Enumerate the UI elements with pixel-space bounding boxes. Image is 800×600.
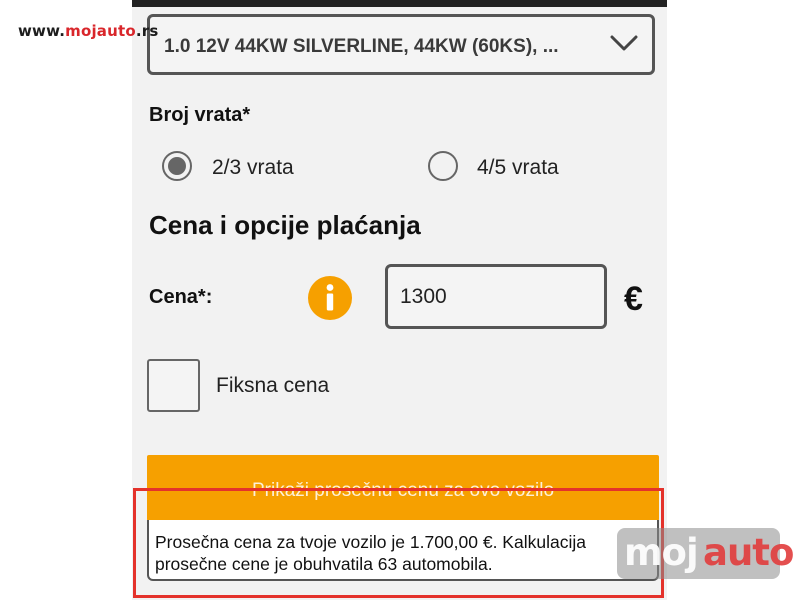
doors-label: Broj vrata* — [149, 104, 251, 126]
radio-selected-dot — [168, 157, 186, 175]
site-url-watermark: www.mojauto.rs — [18, 22, 159, 40]
brand-logo-watermark: moj auto — [617, 528, 794, 579]
logo-text-part2: auto — [703, 531, 794, 574]
fixed-price-checkbox[interactable] — [147, 359, 200, 412]
fixed-price-label[interactable]: Fiksna cena — [216, 374, 329, 398]
engine-select-value: 1.0 12V 44KW SILVERLINE, 44KW (60KS), ..… — [164, 36, 559, 57]
engine-select[interactable]: 1.0 12V 44KW SILVERLINE, 44KW (60KS), ..… — [147, 14, 655, 75]
radio-label-doors-2-3[interactable]: 2/3 vrata — [212, 156, 294, 180]
info-icon[interactable] — [307, 275, 353, 321]
price-label: Cena*: — [149, 286, 213, 308]
price-section-title: Cena i opcije plaćanja — [149, 210, 421, 240]
highlight-annotation — [133, 488, 664, 598]
price-input[interactable] — [385, 264, 607, 329]
status-bar — [132, 0, 667, 7]
radio-label-doors-4-5[interactable]: 4/5 vrata — [477, 156, 559, 180]
logo-text-part1: moj — [624, 531, 699, 574]
chevron-down-icon — [610, 35, 638, 51]
radio-doors-4-5[interactable] — [428, 151, 458, 181]
currency-symbol: € — [624, 280, 643, 318]
radio-doors-2-3[interactable] — [162, 151, 192, 181]
